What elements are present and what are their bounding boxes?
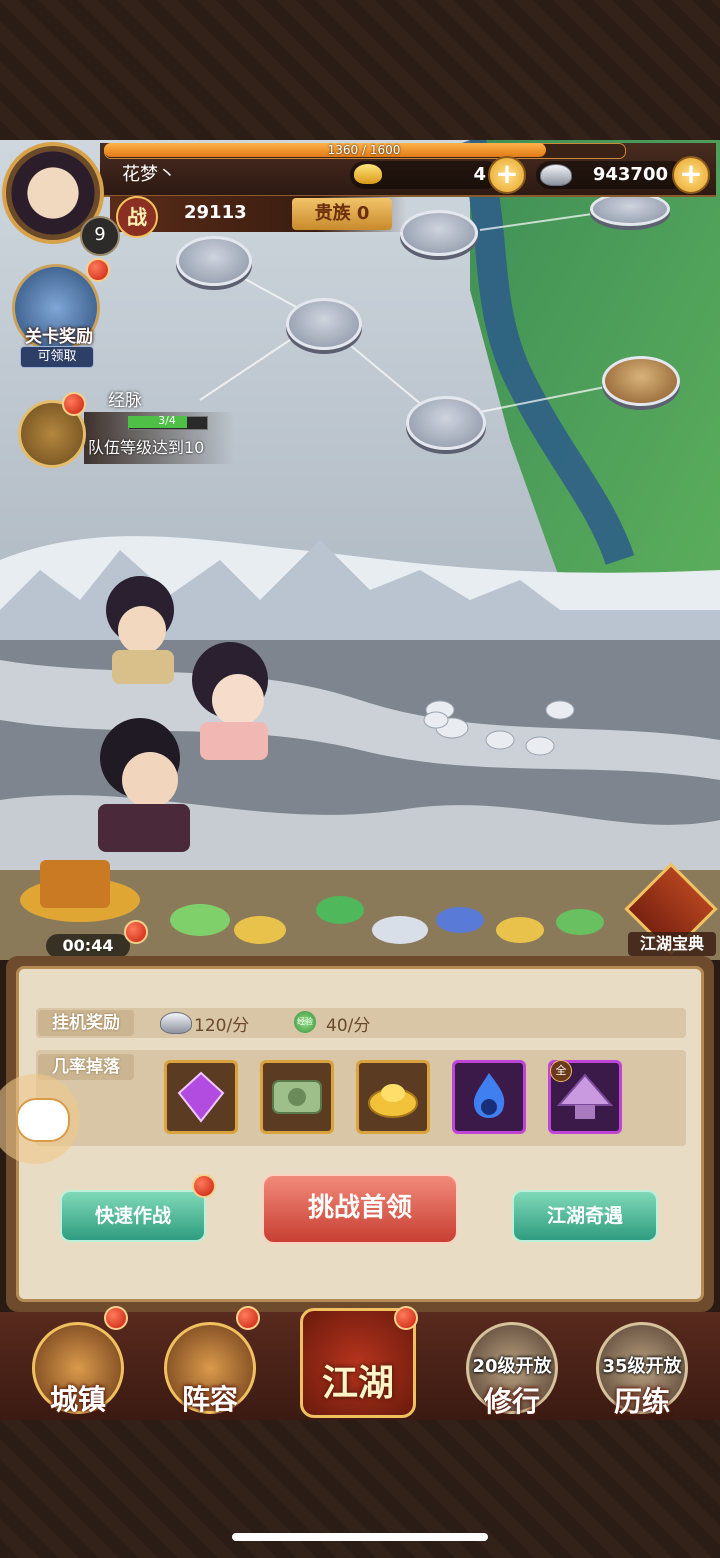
drop-item-scroll[interactable] (260, 1060, 334, 1134)
drop-tag: 几率掉落 (38, 1054, 134, 1080)
silver-ingot-icon (160, 1012, 192, 1034)
exp-orb-icon: 经验 (294, 1011, 316, 1033)
treasure-book-label[interactable]: 江湖宝典 (628, 932, 716, 956)
silver-ingot-icon (540, 164, 572, 186)
map-node[interactable] (590, 192, 670, 226)
map-node[interactable] (176, 236, 252, 286)
notification-dot (62, 392, 86, 416)
notification-dot (124, 920, 148, 944)
nav-practice-lock: 20级开放 (472, 1356, 552, 1377)
purple-gem-icon (177, 1071, 225, 1123)
meridian-label[interactable]: 经脉 (108, 386, 142, 411)
noble-badge[interactable]: 贵族 0 (292, 198, 392, 230)
add-silver-button[interactable]: + (672, 156, 710, 194)
idle-reward-tag: 挂机奖励 (38, 1010, 134, 1036)
gold-ingot-icon (368, 1084, 418, 1118)
gold-ingot-icon (354, 164, 382, 184)
nav-lineup-label[interactable]: 阵容 (164, 1378, 256, 1418)
top-frame (0, 0, 720, 140)
home-indicator[interactable] (232, 1533, 488, 1541)
stage-reward-label[interactable]: 关卡奖励 (14, 322, 104, 347)
drop-item-gold-ingot[interactable] (356, 1060, 430, 1134)
challenge-boss-button[interactable]: 挑战首领 (262, 1174, 458, 1244)
exp-rate: 40/分 (326, 1016, 371, 1036)
notification-dot (394, 1306, 418, 1330)
notification-dot (86, 258, 110, 282)
map-node[interactable] (602, 356, 680, 406)
nav-practice-label[interactable]: 修行 (466, 1380, 558, 1420)
nav-town-label[interactable]: 城镇 (32, 1378, 124, 1418)
silver-value: 943700 (592, 164, 668, 185)
task-progress-text: 3/4 (158, 414, 176, 427)
blue-flame-icon (473, 1073, 505, 1118)
notification-dot (236, 1306, 260, 1330)
map-node[interactable] (406, 396, 486, 450)
level-badge: 9 (80, 216, 120, 256)
drop-badge: 全 (550, 1060, 572, 1082)
stage-reward-status: 可领取 (20, 346, 94, 368)
notification-dot (192, 1174, 216, 1198)
scroll-icon (272, 1080, 322, 1114)
exp-text: 1360 / 1600 (327, 143, 401, 157)
power-value: 29113 (184, 202, 247, 223)
map-node[interactable] (286, 298, 362, 350)
drop-item-purple-gem[interactable] (164, 1060, 238, 1134)
notification-dot (104, 1306, 128, 1330)
task-description[interactable]: 队伍等级达到10 (88, 434, 204, 458)
chat-bubble-icon[interactable] (16, 1098, 70, 1142)
nav-jianghu-label[interactable]: 江湖 (300, 1354, 416, 1406)
encounter-button[interactable]: 江湖奇遇 (512, 1190, 658, 1242)
nav-training-lock: 35级开放 (602, 1356, 682, 1377)
silver-rate: 120/分 (194, 1016, 250, 1036)
quick-battle-button[interactable]: 快速作战 (60, 1190, 206, 1242)
map-node[interactable] (400, 210, 478, 256)
drop-item-blue-flame[interactable] (452, 1060, 526, 1134)
gold-value: 4 (473, 164, 486, 185)
add-gold-button[interactable]: + (488, 156, 526, 194)
power-icon: 战 (116, 196, 158, 238)
player-name: 花梦丶 (122, 164, 176, 185)
nav-training-label[interactable]: 历练 (596, 1380, 688, 1420)
idle-timer: 00:44 (46, 934, 130, 958)
